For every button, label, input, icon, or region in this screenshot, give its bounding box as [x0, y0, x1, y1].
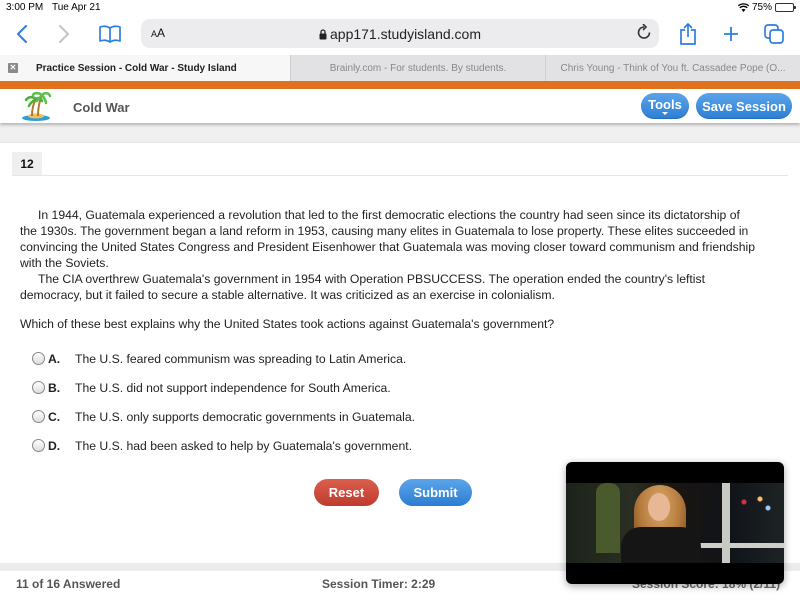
status-right: 75% — [737, 2, 796, 13]
lock-icon — [319, 29, 327, 40]
choice-b[interactable]: B. The U.S. did not support independence… — [32, 373, 415, 402]
question-number-row: 12 — [12, 152, 788, 176]
tools-label: Tools — [648, 96, 682, 112]
header-strip — [0, 123, 800, 143]
status-time: 3:00 PM — [6, 2, 44, 13]
reading-passage: In 1944, Guatemala experienced a revolut… — [20, 207, 760, 303]
video-person-body — [621, 527, 701, 563]
caret-down-icon — [662, 111, 668, 115]
reset-button[interactable]: Reset — [314, 479, 379, 506]
share-icon — [680, 23, 696, 45]
page-title: Cold War — [73, 100, 130, 115]
chevron-left-icon — [16, 25, 27, 43]
choice-letter: B. — [48, 380, 61, 395]
save-session-button[interactable]: Save Session — [696, 93, 792, 119]
tab-brainly[interactable]: Brainly.com - For students. By students. — [290, 55, 545, 81]
passage-paragraph: The CIA overthrew Guatemala's government… — [20, 272, 705, 302]
wifi-icon — [737, 3, 749, 12]
video-window-frame — [722, 483, 730, 563]
choice-text: The U.S. only supports democratic govern… — [75, 409, 416, 424]
app-header: Cold War Tools Save Session — [0, 89, 800, 123]
reload-icon — [637, 23, 651, 39]
passage-paragraph: In 1944, Guatemala experienced a revolut… — [20, 208, 756, 270]
choice-a[interactable]: A. The U.S. feared communism was spreadi… — [32, 344, 415, 373]
close-tab-icon[interactable]: ✕ — [8, 63, 18, 73]
ios-status-bar: 3:00 PM Tue Apr 21 75% — [0, 0, 800, 16]
radio-button[interactable] — [32, 352, 45, 365]
url-text: app171.studyisland.com — [330, 26, 481, 42]
address-bar[interactable]: AA app171.studyisland.com — [141, 19, 659, 48]
choice-text: The U.S. had been asked to help by Guate… — [75, 438, 413, 453]
choice-text: The U.S. did not support independence fo… — [75, 380, 391, 395]
video-frame — [566, 483, 784, 563]
tab-chris-young[interactable]: Chris Young - Think of You ft. Cassadee … — [545, 55, 800, 81]
new-tab-button[interactable] — [719, 22, 743, 46]
radio-button[interactable] — [32, 381, 45, 394]
tabs-icon — [764, 24, 784, 44]
url-display[interactable]: app171.studyisland.com — [141, 26, 659, 42]
browser-tabs: ✕ Practice Session - Cold War - Study Is… — [0, 55, 800, 81]
browser-toolbar: AA app171.studyisland.com — [0, 16, 800, 54]
share-button[interactable] — [676, 22, 700, 46]
submit-button[interactable]: Submit — [399, 479, 472, 506]
book-icon — [99, 25, 121, 43]
question-prompt: Which of these best explains why the Uni… — [20, 317, 555, 331]
video-person-face — [648, 493, 670, 521]
choice-d[interactable]: D. The U.S. had been asked to help by Gu… — [32, 431, 415, 460]
tab-title: Chris Young - Think of You ft. Cassadee … — [560, 62, 786, 74]
brand-bar — [0, 81, 800, 89]
chevron-right-icon — [59, 25, 70, 43]
battery-icon — [775, 3, 796, 12]
reload-button[interactable] — [637, 23, 651, 45]
tab-practice-session[interactable]: ✕ Practice Session - Cold War - Study Is… — [0, 55, 290, 81]
video-city-lights — [736, 493, 776, 523]
choice-letter: D. — [48, 438, 61, 453]
forward-button[interactable] — [52, 22, 76, 46]
choice-letter: A. — [48, 351, 61, 366]
tab-title: Brainly.com - For students. By students. — [329, 62, 507, 74]
tab-title: Practice Session - Cold War - Study Isla… — [36, 62, 237, 74]
choice-text: The U.S. feared communism was spreading … — [75, 351, 407, 366]
palm-tree-logo-icon — [22, 91, 52, 121]
session-timer: Session Timer: 2:29 — [322, 577, 436, 591]
answered-count: 11 of 16 Answered — [16, 577, 121, 591]
choice-c[interactable]: C. The U.S. only supports democratic gov… — [32, 402, 415, 431]
picture-in-picture-video[interactable] — [566, 462, 784, 584]
bookmarks-button[interactable] — [98, 22, 122, 46]
radio-button[interactable] — [32, 410, 45, 423]
video-background-figure — [596, 483, 620, 553]
tabs-overview-button[interactable] — [762, 22, 786, 46]
plus-icon — [724, 27, 738, 41]
battery-percent: 75% — [751, 2, 772, 13]
radio-button[interactable] — [32, 439, 45, 452]
answer-choices: A. The U.S. feared communism was spreadi… — [32, 344, 415, 460]
back-button[interactable] — [10, 22, 34, 46]
question-number: 12 — [12, 152, 42, 175]
status-date: Tue Apr 21 — [52, 2, 101, 13]
choice-letter: C. — [48, 409, 61, 424]
tools-button[interactable]: Tools — [641, 93, 689, 119]
